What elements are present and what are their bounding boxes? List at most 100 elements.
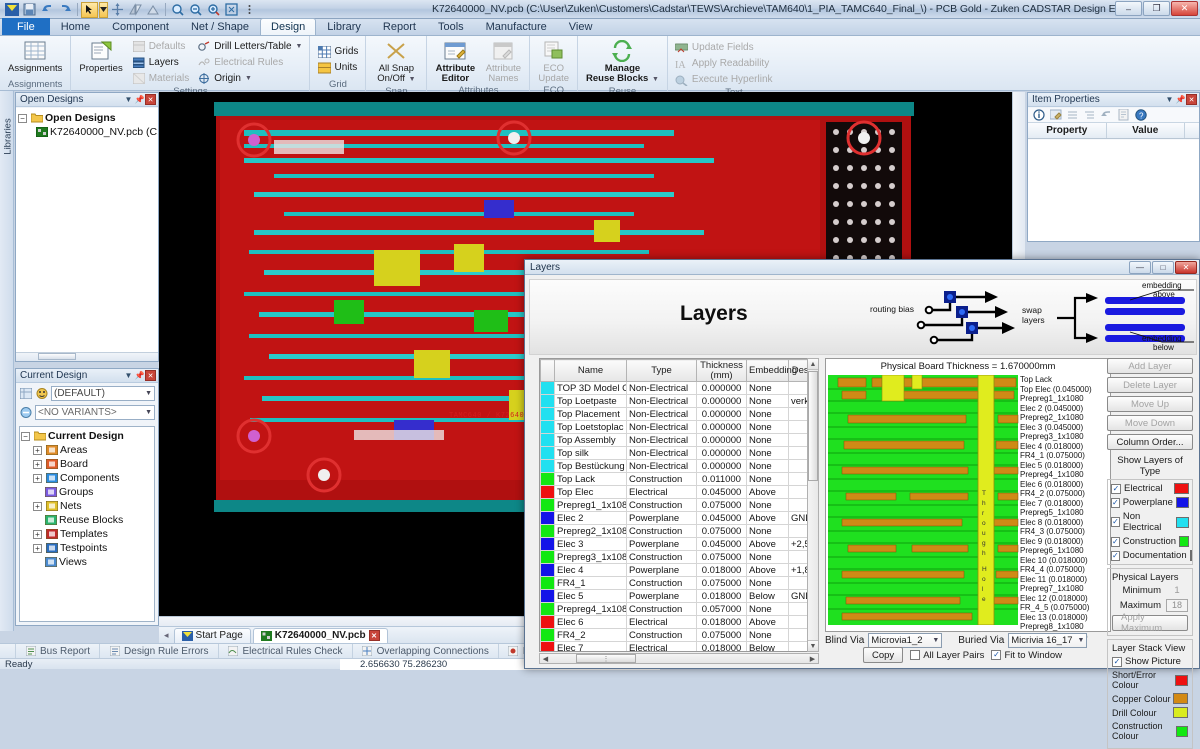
layer-thickness-cell[interactable]: 0.018000 xyxy=(697,590,747,603)
layer-thickness-cell[interactable]: 0.000000 xyxy=(697,421,747,434)
layer-colour-swatch[interactable] xyxy=(541,421,555,434)
checkbox[interactable]: ✓ xyxy=(1111,484,1121,494)
variants-icon[interactable] xyxy=(19,407,32,419)
tab-design[interactable]: Design xyxy=(260,18,316,35)
table-row[interactable]: Top AssemblyNon-Electrical0.000000None xyxy=(541,434,820,447)
layer-type-cell[interactable]: Powerplane xyxy=(627,512,697,525)
chevron-down-icon[interactable]: ▼ xyxy=(296,41,303,53)
layer-embedding-cell[interactable]: Above xyxy=(747,512,789,525)
ip-pin-icon[interactable]: 📌 xyxy=(1175,94,1186,105)
close-button[interactable]: ✕ xyxy=(1171,1,1198,16)
tab-file[interactable]: File xyxy=(2,18,50,35)
layer-type-cell[interactable]: Powerplane xyxy=(627,590,697,603)
layer-embedding-cell[interactable]: Above xyxy=(747,616,789,629)
pin-icon[interactable]: 📌 xyxy=(134,94,145,105)
layers-minimize-button[interactable]: ― xyxy=(1129,261,1151,274)
layer-colour-swatch[interactable] xyxy=(541,642,555,653)
layer-type-cell[interactable]: Non-Electrical xyxy=(627,395,697,408)
layer-name-cell[interactable]: Top Elec xyxy=(555,486,627,499)
scroll-down-icon[interactable]: ▼ xyxy=(808,640,818,651)
th-name[interactable]: Name xyxy=(555,360,627,382)
table-row[interactable]: TOP 3D Model ONon-Electrical0.000000None xyxy=(541,382,820,395)
th-type[interactable]: Type xyxy=(627,360,697,382)
layer-colour-swatch[interactable] xyxy=(541,408,555,421)
colour-row-copper-colour[interactable]: Copper Colour xyxy=(1112,693,1188,704)
table-row[interactable]: Elec 2Powerplane0.045000AboveGND xyxy=(541,512,820,525)
table-row[interactable]: Prepreg2_1x108Construction0.075000None xyxy=(541,525,820,538)
attribute-names-button[interactable]: AttributeNames xyxy=(481,38,525,85)
layer-thickness-cell[interactable]: 0.000000 xyxy=(697,447,747,460)
layer-type-cell[interactable]: Powerplane xyxy=(627,538,697,551)
cd-pin-icon[interactable]: 📌 xyxy=(134,370,145,381)
table-row[interactable]: Prepreg3_1x108Construction0.075000None xyxy=(541,551,820,564)
layer-name-cell[interactable]: Elec 7 xyxy=(555,642,627,653)
fit-to-window-box[interactable]: ✓ xyxy=(991,650,1001,660)
report-bus[interactable]: Bus Report xyxy=(15,644,100,659)
layer-embedding-cell[interactable]: None xyxy=(747,434,789,447)
th-thickness[interactable]: Thickness (mm) xyxy=(697,360,747,382)
zoom-in-icon[interactable] xyxy=(205,2,222,18)
layers-dialog[interactable]: Layers ― □ ✕ routing bias swap xyxy=(524,259,1200,669)
variant-face-icon[interactable] xyxy=(35,388,48,400)
report-overlap[interactable]: Overlapping Connections xyxy=(353,644,499,659)
layer-colour-swatch[interactable] xyxy=(541,499,555,512)
minimize-button[interactable]: – xyxy=(1115,1,1142,16)
materials-button[interactable]: Materials xyxy=(129,71,193,86)
layer-type-cell[interactable]: Non-Electrical xyxy=(627,447,697,460)
checkbox[interactable]: ✓ xyxy=(1111,537,1120,547)
table-row[interactable]: FR4_1Construction0.075000None xyxy=(541,577,820,590)
show-layer-type-powerplane[interactable]: ✓Powerplane xyxy=(1111,497,1189,508)
hscroll-thumb[interactable]: ⋮ xyxy=(576,654,636,663)
tab-view[interactable]: View xyxy=(558,18,604,35)
layer-type-cell[interactable]: Non-Electrical xyxy=(627,408,697,421)
layer-name-cell[interactable]: Top Loetpaste xyxy=(555,395,627,408)
table-row[interactable]: Elec 4Powerplane0.018000Above+1,8V, +2,5… xyxy=(541,564,820,577)
tree-node-components[interactable]: +Components xyxy=(21,471,153,485)
attribute-editor-button[interactable]: AttributeEditor xyxy=(431,38,479,85)
panel-menu-icon[interactable]: ▼ xyxy=(123,94,134,105)
layer-thickness-cell[interactable]: 0.000000 xyxy=(697,460,747,473)
table-row[interactable]: Prepreg4_1x108Construction0.057000None xyxy=(541,603,820,616)
expand-all-icon[interactable] xyxy=(1066,109,1079,121)
doc-tab-pcb[interactable]: K72640000_NV.pcb ✕ xyxy=(253,628,388,643)
layer-name-cell[interactable]: Top Lack xyxy=(555,473,627,486)
layer-type-cell[interactable]: Electrical xyxy=(627,616,697,629)
all-layer-pairs-checkbox[interactable]: ✓ All Layer Pairs xyxy=(910,650,984,661)
tree-node-current-design[interactable]: − Current Design xyxy=(21,429,153,443)
variant-none-combo[interactable]: <NO VARIANTS> ▼ xyxy=(35,405,155,420)
layer-colour-swatch[interactable] xyxy=(541,473,555,486)
electrical-rules-button[interactable]: Electrical Rules xyxy=(194,55,305,70)
table-row[interactable]: Top LoetstoplacNon-Electrical0.000000Non… xyxy=(541,421,820,434)
chevron-down-icon-origin[interactable]: ▼ xyxy=(245,73,252,85)
layer-embedding-cell[interactable]: Above xyxy=(747,564,789,577)
qat-overflow-icon[interactable] xyxy=(241,2,258,18)
maximum-input[interactable]: 18 xyxy=(1166,599,1188,612)
show-picture-checkbox[interactable]: ✓ Show Picture xyxy=(1112,656,1188,667)
layer-colour-swatch[interactable] xyxy=(541,590,555,603)
layer-colour-swatch[interactable] xyxy=(541,486,555,499)
layer-name-cell[interactable]: Prepreg3_1x108 xyxy=(555,551,627,564)
layer-name-cell[interactable]: Prepreg4_1x108 xyxy=(555,603,627,616)
layer-embedding-cell[interactable]: Below xyxy=(747,642,789,653)
layers-button[interactable]: Layers xyxy=(129,55,193,70)
layer-type-colour-swatch[interactable] xyxy=(1174,483,1189,494)
table-row[interactable]: Top LackConstruction0.011000None xyxy=(541,473,820,486)
tree-node-open-designs[interactable]: − Open Designs xyxy=(18,111,156,125)
layer-name-cell[interactable]: Top Placement xyxy=(555,408,627,421)
select-dropdown-icon[interactable] xyxy=(99,2,108,18)
layer-name-cell[interactable]: FR4_2 xyxy=(555,629,627,642)
layer-thickness-cell[interactable]: 0.075000 xyxy=(697,525,747,538)
units-button[interactable]: Units xyxy=(314,60,361,75)
tree-node-board[interactable]: +Board xyxy=(21,457,153,471)
tab-component[interactable]: Component xyxy=(101,18,180,35)
tab-report[interactable]: Report xyxy=(372,18,427,35)
move-up-button[interactable]: Move Up xyxy=(1107,396,1193,412)
table-row[interactable]: Top silkNon-Electrical0.000000None xyxy=(541,447,820,460)
chevron-down-icon-reuse[interactable]: ▼ xyxy=(652,76,659,83)
layer-colour-swatch[interactable] xyxy=(541,460,555,473)
open-designs-hscrollbar[interactable] xyxy=(16,352,158,361)
app-menu-icon[interactable] xyxy=(3,2,20,18)
layer-thickness-cell[interactable]: 0.018000 xyxy=(697,642,747,653)
layer-name-cell[interactable]: Top Assembly xyxy=(555,434,627,447)
fit-to-window-checkbox[interactable]: ✓ Fit to Window xyxy=(991,650,1062,661)
